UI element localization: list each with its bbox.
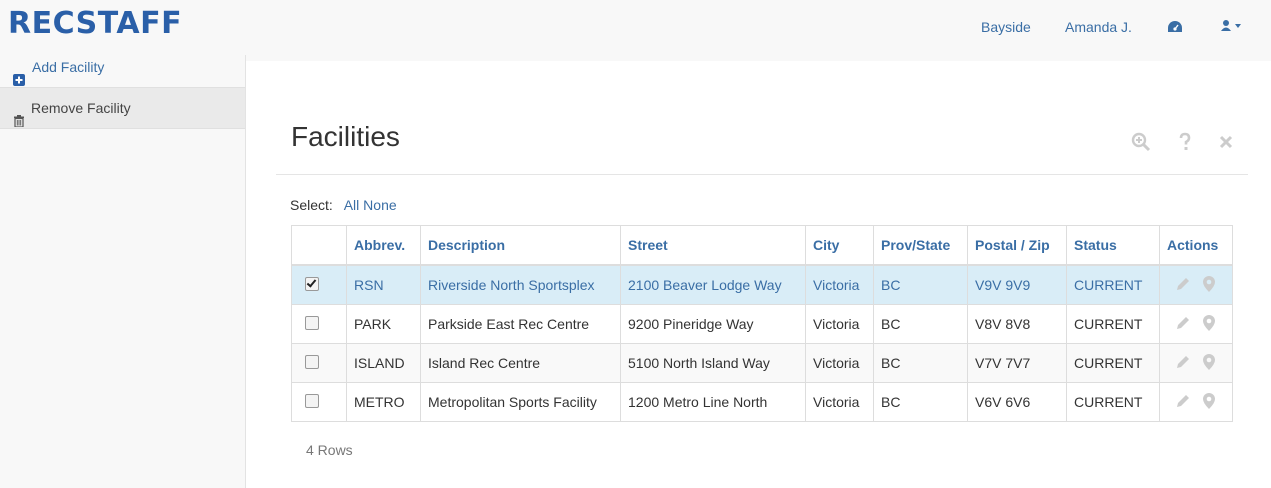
select-all-link[interactable]: All <box>344 197 360 213</box>
cell-prov: BC <box>873 304 968 344</box>
page-title: Facilities <box>291 121 400 152</box>
row-checkbox[interactable] <box>305 393 319 408</box>
cell-city: Victoria <box>805 304 874 344</box>
sidebar-item-label: Add Facility <box>32 59 105 75</box>
cell-status: CURRENT <box>1066 382 1160 422</box>
title-divider <box>276 174 1248 175</box>
cell-street: 2100 Beaver Lodge Way <box>620 264 806 305</box>
facilities-table: Abbrev. Description Street City Prov/Sta… <box>291 225 1233 422</box>
cell-actions <box>1159 304 1233 344</box>
edit-pencil-icon[interactable] <box>1175 354 1191 373</box>
cell-abbrev: RSN <box>346 264 421 305</box>
select-none-link[interactable]: None <box>363 197 396 213</box>
trash-icon <box>13 102 25 128</box>
table-row[interactable]: METRO Metropolitan Sports Facility 1200 … <box>291 382 1233 422</box>
cell-status: CURRENT <box>1066 264 1160 305</box>
row-checkbox[interactable] <box>305 354 319 369</box>
table-row[interactable]: RSN Riverside North Sportsplex 2100 Beav… <box>291 264 1233 305</box>
cell-prov: BC <box>873 343 968 383</box>
cell-description: Riverside North Sportsplex <box>420 264 621 305</box>
sidebar: Add Facility Remove Facility <box>0 55 246 488</box>
edit-pencil-icon[interactable] <box>1175 315 1191 334</box>
zoom-in-icon[interactable] <box>1131 132 1151 155</box>
header-prov-state[interactable]: Prov/State <box>873 225 968 266</box>
map-marker-icon[interactable] <box>1202 314 1215 334</box>
cell-status: CURRENT <box>1066 304 1160 344</box>
row-checkbox[interactable] <box>305 276 319 291</box>
location-link[interactable]: Bayside <box>981 19 1031 35</box>
map-marker-icon[interactable] <box>1202 353 1215 373</box>
cell-postal: V8V 8V8 <box>967 304 1067 344</box>
cell-prov: BC <box>873 382 968 422</box>
cell-abbrev: ISLAND <box>346 343 421 383</box>
cell-city: Victoria <box>805 382 874 422</box>
select-label: Select: <box>290 197 333 213</box>
close-icon[interactable] <box>1218 132 1234 155</box>
edit-pencil-icon[interactable] <box>1175 276 1191 295</box>
cell-description: Island Rec Centre <box>420 343 621 383</box>
cell-actions <box>1159 382 1233 422</box>
row-checkbox[interactable] <box>305 315 319 330</box>
dashboard-icon[interactable] <box>1167 20 1183 37</box>
cell-city: Victoria <box>805 343 874 383</box>
cell-description: Metropolitan Sports Facility <box>420 382 621 422</box>
cell-prov: BC <box>873 264 968 305</box>
cell-street: 1200 Metro Line North <box>620 382 806 422</box>
main-content: Facilities Select: All None Abbrev. Desc… <box>246 61 1271 488</box>
cell-actions <box>1159 264 1233 305</box>
cell-street: 5100 North Island Way <box>620 343 806 383</box>
sidebar-item-label: Remove Facility <box>31 100 131 116</box>
cell-abbrev: PARK <box>346 304 421 344</box>
cell-description: Parkside East Rec Centre <box>420 304 621 344</box>
edit-pencil-icon[interactable] <box>1175 393 1191 412</box>
cell-city: Victoria <box>805 264 874 305</box>
map-marker-icon[interactable] <box>1202 392 1215 412</box>
table-row[interactable]: ISLAND Island Rec Centre 5100 North Isla… <box>291 343 1233 383</box>
sidebar-item-add-facility[interactable]: Add Facility <box>0 47 245 87</box>
cell-street: 9200 Pineridge Way <box>620 304 806 344</box>
header-street[interactable]: Street <box>620 225 806 266</box>
account-menu-button[interactable] <box>1221 19 1243 36</box>
sidebar-item-remove-facility[interactable]: Remove Facility <box>0 87 245 129</box>
brand-logo[interactable]: RECSTAFF <box>8 6 182 41</box>
caret-down-icon <box>1235 24 1241 28</box>
plus-square-icon <box>13 61 25 86</box>
header-city[interactable]: City <box>805 225 874 266</box>
header-abbrev[interactable]: Abbrev. <box>346 225 421 266</box>
row-count-label: 4 Rows <box>306 442 353 458</box>
table-row[interactable]: PARK Parkside East Rec Centre 9200 Piner… <box>291 304 1233 344</box>
cell-actions <box>1159 343 1233 383</box>
header-description[interactable]: Description <box>420 225 621 266</box>
cell-postal: V9V 9V9 <box>967 264 1067 305</box>
cell-abbrev: METRO <box>346 382 421 422</box>
map-marker-icon[interactable] <box>1202 275 1215 295</box>
header-postal-zip[interactable]: Postal / Zip <box>967 225 1067 266</box>
select-controls: Select: All None <box>290 197 397 213</box>
header-actions: Actions <box>1159 225 1233 266</box>
user-name-link[interactable]: Amanda J. <box>1065 19 1132 35</box>
help-icon[interactable] <box>1178 132 1192 155</box>
table-header-row: Abbrev. Description Street City Prov/Sta… <box>291 225 1233 266</box>
cell-postal: V6V 6V6 <box>967 382 1067 422</box>
header-select <box>291 225 347 266</box>
user-icon <box>1221 20 1241 31</box>
cell-postal: V7V 7V7 <box>967 343 1067 383</box>
cell-status: CURRENT <box>1066 343 1160 383</box>
header-status[interactable]: Status <box>1066 225 1160 266</box>
